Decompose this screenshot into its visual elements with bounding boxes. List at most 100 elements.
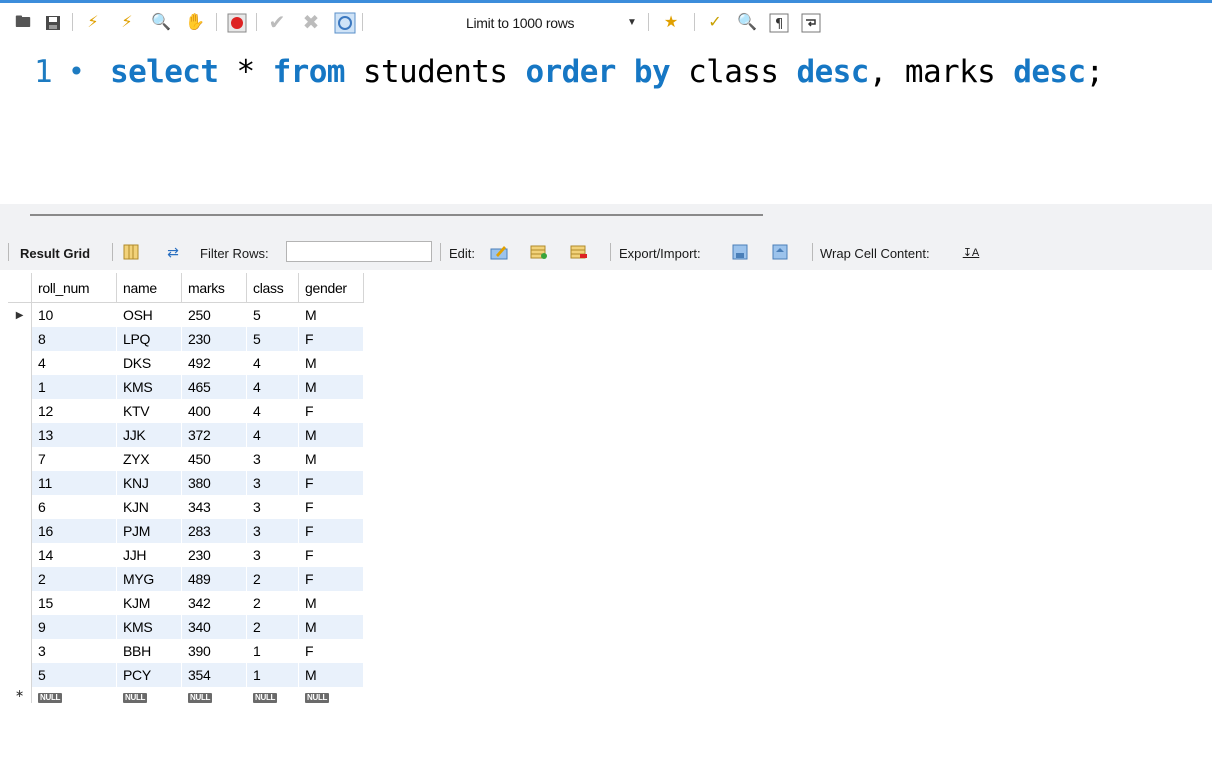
table-cell-roll-num[interactable]: 4 [31,351,117,375]
table-cell-gender[interactable]: M [298,447,364,471]
table-cell-name[interactable]: KMS [116,615,182,639]
new-row[interactable]: ∗ NULL NULL NULL NULL NULL [8,687,364,703]
sql-statement[interactable]: select * from students order by class de… [110,51,1104,93]
row-selector[interactable] [8,543,32,567]
table-cell-roll-num[interactable]: 9 [31,615,117,639]
table-cell-class[interactable]: 2 [246,591,299,615]
table-cell-gender[interactable]: M [298,302,364,327]
execute-icon[interactable]: ⚡ [82,12,104,34]
table-cell-gender[interactable]: F [298,567,364,591]
refresh-icon[interactable]: ⇄ [164,244,182,260]
table-row[interactable]: 14 JJH 230 3 F [8,543,364,567]
export-icon[interactable] [732,244,750,260]
result-grid[interactable]: roll_num name marks class gender ▶ 10 OSH 2… [8,273,364,703]
new-row-cell[interactable]: NULL [298,687,364,703]
row-selector[interactable] [8,471,32,495]
table-cell-class[interactable]: 5 [246,302,299,327]
table-row[interactable]: 6 KJN 343 3 F [8,495,364,519]
new-row-cell[interactable]: NULL [116,687,182,703]
table-cell-marks[interactable]: 489 [181,567,247,591]
table-cell-name[interactable]: PCY [116,663,182,687]
table-cell-name[interactable]: KMS [116,375,182,399]
table-row[interactable]: 13 JJK 372 4 M [8,423,364,447]
table-row[interactable]: 3 BBH 390 1 F [8,639,364,663]
new-row-cell[interactable]: NULL [181,687,247,703]
table-cell-name[interactable]: MYG [116,567,182,591]
table-cell-roll-num[interactable]: 8 [31,327,117,351]
table-cell-marks[interactable]: 372 [181,423,247,447]
column-header-marks[interactable]: marks [181,273,247,303]
table-cell-class[interactable]: 1 [246,639,299,663]
table-cell-name[interactable]: LPQ [116,327,182,351]
stop-icon[interactable]: ✋ [184,12,206,34]
table-cell-gender[interactable]: M [298,663,364,687]
table-cell-class[interactable]: 4 [246,351,299,375]
table-row[interactable]: ▶ 10 OSH 250 5 M [8,302,364,327]
row-selector[interactable] [8,567,32,591]
table-cell-gender[interactable]: M [298,615,364,639]
edit-row-icon[interactable] [490,244,508,260]
filter-rows-input[interactable] [286,241,432,262]
table-cell-marks[interactable]: 400 [181,399,247,423]
table-row[interactable]: 7 ZYX 450 3 M [8,447,364,471]
table-cell-roll-num[interactable]: 11 [31,471,117,495]
table-row[interactable]: 9 KMS 340 2 M [8,615,364,639]
table-cell-name[interactable]: DKS [116,351,182,375]
table-cell-gender[interactable]: M [298,591,364,615]
table-cell-class[interactable]: 3 [246,471,299,495]
table-cell-class[interactable]: 2 [246,567,299,591]
table-cell-name[interactable]: KJN [116,495,182,519]
find-icon[interactable]: 🔍 [736,12,758,34]
table-cell-class[interactable]: 3 [246,447,299,471]
table-cell-marks[interactable]: 380 [181,471,247,495]
autocommit-icon[interactable] [334,12,356,34]
table-cell-roll-num[interactable]: 15 [31,591,117,615]
table-cell-class[interactable]: 5 [246,327,299,351]
row-selector[interactable] [8,639,32,663]
table-cell-roll-num[interactable]: 5 [31,663,117,687]
column-header-name[interactable]: name [116,273,182,303]
editor-splitter[interactable] [0,204,1212,234]
row-selector[interactable] [8,399,32,423]
table-cell-name[interactable]: KJM [116,591,182,615]
table-cell-roll-num[interactable]: 7 [31,447,117,471]
table-row[interactable]: 16 PJM 283 3 F [8,519,364,543]
table-cell-roll-num[interactable]: 3 [31,639,117,663]
wrap-icon[interactable] [800,12,822,34]
new-row-cell[interactable]: NULL [246,687,299,703]
table-row[interactable]: 11 KNJ 380 3 F [8,471,364,495]
code-line[interactable]: 1 • select * from students order by clas… [0,51,1104,93]
table-row[interactable]: 8 LPQ 230 5 F [8,327,364,351]
column-header-gender[interactable]: gender [298,273,364,303]
table-cell-name[interactable]: PJM [116,519,182,543]
table-cell-class[interactable]: 1 [246,663,299,687]
table-cell-name[interactable]: KNJ [116,471,182,495]
table-cell-name[interactable]: JJK [116,423,182,447]
table-cell-roll-num[interactable]: 10 [31,302,117,327]
table-cell-marks[interactable]: 390 [181,639,247,663]
row-selector[interactable] [8,375,32,399]
table-cell-class[interactable]: 3 [246,543,299,567]
table-cell-roll-num[interactable]: 6 [31,495,117,519]
import-icon[interactable] [772,244,790,260]
table-cell-marks[interactable]: 283 [181,519,247,543]
table-cell-gender[interactable]: F [298,639,364,663]
horizontal-scrollbar[interactable] [30,214,763,216]
invisible-chars-icon[interactable]: ¶ [768,12,790,34]
execute-current-icon[interactable]: ⚡ [116,12,138,34]
row-selector[interactable] [8,447,32,471]
row-selector[interactable] [8,519,32,543]
table-cell-marks[interactable]: 354 [181,663,247,687]
new-row-cell[interactable]: NULL [31,687,117,703]
table-cell-name[interactable]: OSH [116,302,182,327]
table-cell-marks[interactable]: 343 [181,495,247,519]
table-cell-gender[interactable]: F [298,543,364,567]
table-cell-roll-num[interactable]: 12 [31,399,117,423]
table-row[interactable]: 1 KMS 465 4 M [8,375,364,399]
row-selector[interactable] [8,615,32,639]
table-cell-marks[interactable]: 230 [181,543,247,567]
table-cell-roll-num[interactable]: 13 [31,423,117,447]
row-selector[interactable] [8,495,32,519]
table-cell-gender[interactable]: F [298,471,364,495]
table-cell-marks[interactable]: 492 [181,351,247,375]
